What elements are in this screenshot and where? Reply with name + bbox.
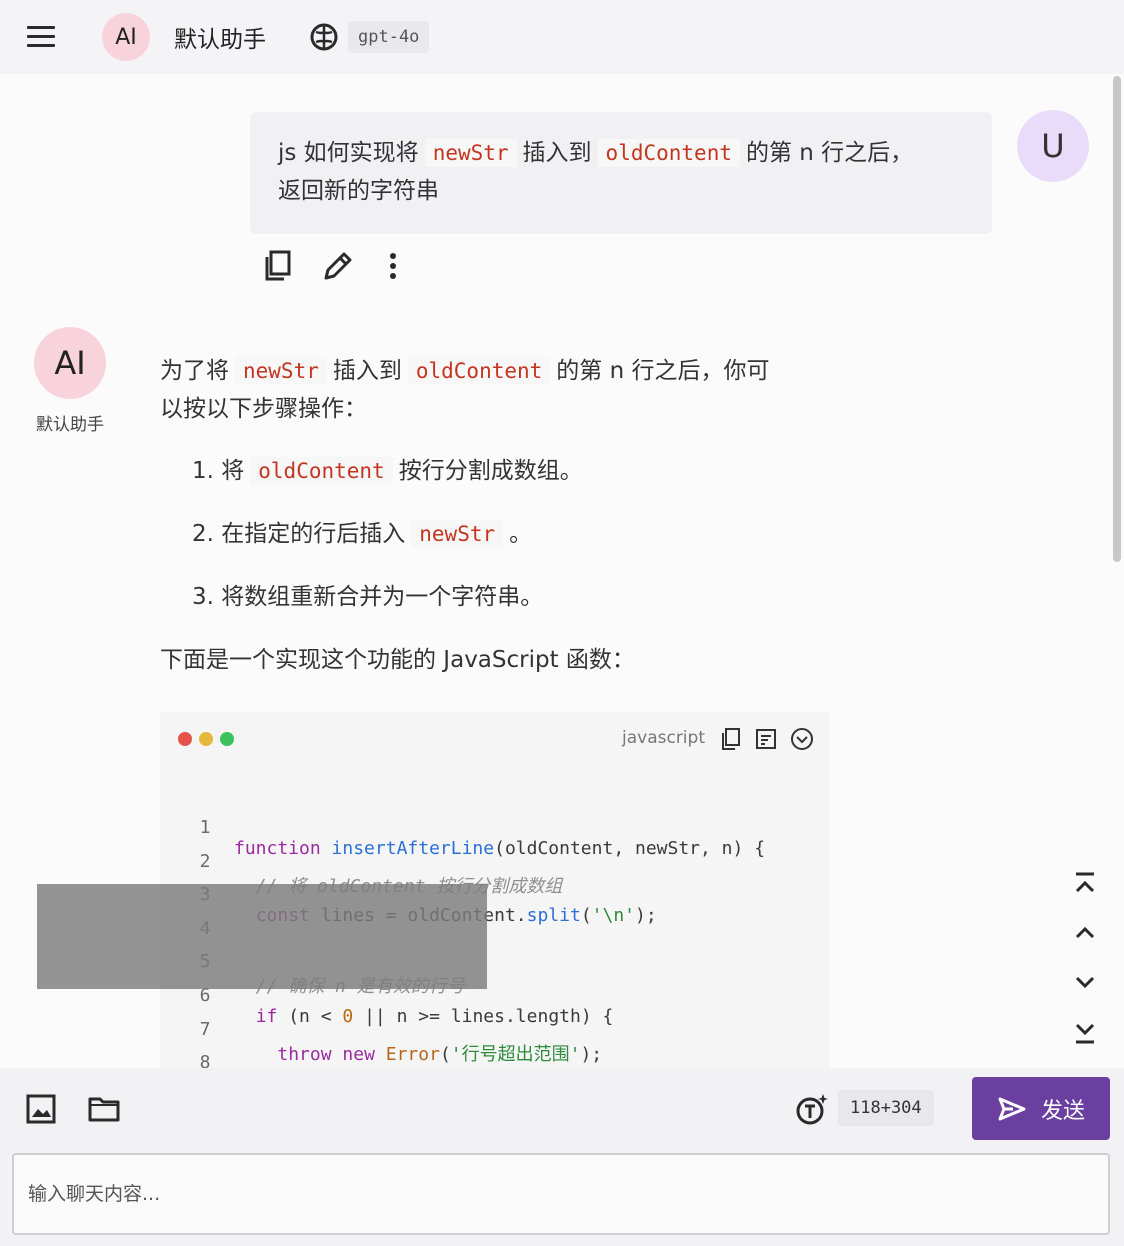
code-line: 7 throw new Error('行号超出范围'); [199,1019,603,1065]
assistant-title: 默认助手 [174,27,266,53]
intro-text: 的第 n 行之后，你可 [556,358,770,384]
ai-avatar[interactable]: AI [34,327,106,399]
code-line: 2 // 将 oldContent 按行分割成数组 [199,851,563,897]
chat-input[interactable] [12,1153,1110,1235]
user-avatar[interactable]: U [1017,110,1089,182]
code-line: 1 function insertAfterLine(oldContent, n… [199,817,766,859]
inline-code: oldContent [407,357,551,385]
code-language: javascript [622,728,705,748]
inline-code: oldContent [597,139,740,167]
scrollbar-thumb[interactable] [1113,76,1121,562]
inline-code: newStr [235,357,327,385]
intro-text: 插入到 [332,358,402,384]
intro-paragraph: 为了将 newStr 插入到 oldContent 的第 n 行之后，你可 以按以下步骤… [160,352,840,428]
model-badge[interactable]: gpt-4o [348,21,430,53]
send-button[interactable]: 发送 [972,1077,1110,1140]
assistant-message: 为了将 newStr 插入到 oldContent 的第 n 行之后，你可 以按以下步骤… [160,352,840,679]
brain-icon[interactable] [308,21,340,53]
intro-text: 以按以下步骤操作： [160,396,367,422]
scrollbar[interactable] [1110,74,1124,1068]
user-text: 返回新的字符串 [278,178,439,204]
inline-code: newStr [411,520,504,548]
copy-icon[interactable] [262,248,296,284]
intro-text: 为了将 [160,358,229,384]
window-dot-green [220,732,234,746]
send-icon [998,1097,1026,1120]
ai-name: 默认助手 [36,415,104,435]
scroll-up-icon[interactable] [1068,916,1102,950]
top-bar: AI 默认助手 gpt-4o [0,0,1124,74]
redaction-overlay [37,884,487,989]
inline-code: newStr [424,139,517,167]
steps-list: 1. 将 oldContent 按行分割成数组。 2. 在指定的行后插入 newStr… [160,452,840,616]
user-text: 插入到 [522,140,592,166]
window-dot-red [178,732,192,746]
list-item: 3. 将数组重新合并为一个字符串。 [192,584,544,610]
user-text: 的第 n 行之后， [745,140,914,166]
code-line: 8 } [199,1052,267,1094]
token-count: 118+304 [838,1090,934,1126]
assistant-avatar[interactable]: AI [102,13,150,61]
list-item: 1. 将 oldContent 按行分割成数组。 [192,457,583,485]
menu-icon[interactable] [22,20,60,54]
more-vert-icon[interactable] [376,248,410,284]
scroll-top-icon[interactable] [1068,867,1102,901]
user-message: js 如何实现将 newStr 插入到 oldContent 的第 n 行之后， 返回新… [250,112,992,234]
wrap-icon[interactable] [753,726,779,752]
list-item: 2. 在指定的行后插入 newStr。 [192,520,533,548]
folder-icon[interactable] [86,1092,122,1126]
window-dot-yellow [199,732,213,746]
image-icon[interactable] [24,1092,60,1126]
scroll-bottom-icon[interactable] [1068,1015,1102,1049]
collapse-icon[interactable] [789,726,815,752]
scroll-down-icon[interactable] [1068,965,1102,999]
outro-paragraph: 下面是一个实现这个功能的 JavaScript 函数： [160,647,635,673]
user-text: js 如何实现将 [278,140,419,166]
edit-icon[interactable] [320,248,354,284]
send-label: 发送 [1040,1098,1085,1124]
token-counter-icon [796,1094,828,1125]
copy-icon[interactable] [718,726,744,752]
inline-code: oldContent [250,457,393,485]
